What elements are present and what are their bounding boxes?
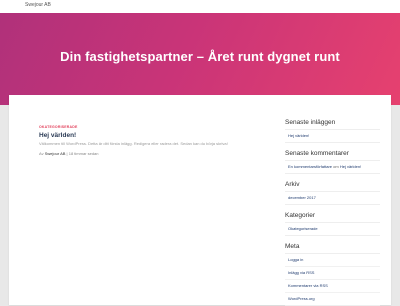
post-author-link[interactable]: Swejour AB bbox=[45, 151, 66, 156]
archive-title: Arkiv bbox=[285, 180, 380, 192]
meta-title: Meta bbox=[285, 242, 380, 254]
wordpress-org-link[interactable]: WordPress.org bbox=[285, 293, 380, 305]
hero-title: Din fastighetspartner – Året runt dygnet… bbox=[60, 49, 340, 64]
post-meta: Av Swejour AB | 18 timmar sedan bbox=[39, 151, 239, 157]
recent-comment-item: En kommentarsförfattare om Hej världen! bbox=[285, 161, 380, 173]
category-link[interactable]: Okategoriserade bbox=[285, 223, 380, 235]
post-meta-prefix: Av bbox=[39, 151, 44, 156]
meta-widget: Meta Logga in Inlägg via RSS Kommentarer… bbox=[285, 242, 380, 306]
login-link[interactable]: Logga in bbox=[285, 254, 380, 267]
site-name-link[interactable]: Swejour AB bbox=[25, 2, 51, 8]
post-category-link[interactable]: OKATEGORISERADE bbox=[39, 125, 239, 130]
comment-post-link[interactable]: Hej världen! bbox=[340, 164, 361, 169]
sidebar: Senaste inläggen Hej världen! Senaste ko… bbox=[285, 118, 380, 306]
recent-comments-title: Senaste kommentarer bbox=[285, 149, 380, 161]
post-date: 18 timmar sedan bbox=[68, 151, 99, 156]
recent-post-link[interactable]: Hej världen! bbox=[285, 130, 380, 142]
recent-posts-title: Senaste inläggen bbox=[285, 118, 380, 130]
post-excerpt: Välkommen till WordPress. Detta är ditt … bbox=[39, 141, 228, 146]
post-title-link[interactable]: Hej världen! bbox=[39, 131, 239, 140]
categories-widget: Kategorier Okategoriserade bbox=[285, 211, 380, 236]
content-card: OKATEGORISERADE Hej världen! Välkommen t… bbox=[9, 95, 391, 306]
post-entry: OKATEGORISERADE Hej världen! Välkommen t… bbox=[39, 125, 239, 157]
archive-link[interactable]: december 2017 bbox=[285, 192, 380, 204]
posts-rss-link[interactable]: Inlägg via RSS bbox=[285, 267, 380, 280]
hero-banner: Din fastighetspartner – Året runt dygnet… bbox=[0, 13, 400, 105]
top-bar: Swejour AB bbox=[0, 0, 400, 13]
categories-title: Kategorier bbox=[285, 211, 380, 223]
comment-author-link[interactable]: En kommentarsförfattare bbox=[288, 164, 332, 169]
recent-comments-widget: Senaste kommentarer En kommentarsförfatt… bbox=[285, 149, 380, 174]
archive-widget: Arkiv december 2017 bbox=[285, 180, 380, 205]
comments-rss-link[interactable]: Kommentarer via RSS bbox=[285, 280, 380, 293]
post-meta-separator: | bbox=[66, 151, 68, 156]
recent-posts-widget: Senaste inläggen Hej världen! bbox=[285, 118, 380, 143]
comment-on-text: om bbox=[333, 164, 339, 169]
